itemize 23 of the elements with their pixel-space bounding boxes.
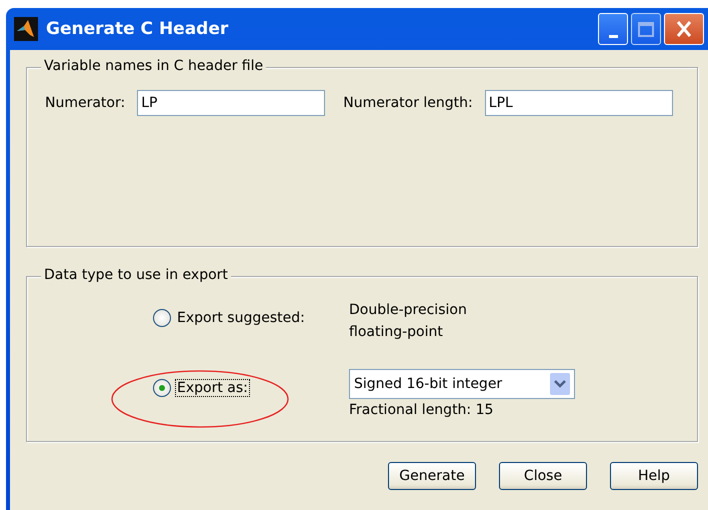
maximize-icon (638, 22, 654, 36)
radio-label[interactable]: Export suggested: (175, 309, 307, 327)
radio-button[interactable] (153, 379, 171, 397)
dialog-button[interactable]: Close (499, 462, 587, 490)
field-label: Numerator length: (343, 95, 473, 111)
close-icon (677, 21, 691, 37)
close-button[interactable] (664, 13, 704, 45)
minimize-icon (608, 34, 618, 38)
group-title: Data type to use in export (41, 267, 231, 283)
maximize-button[interactable] (631, 13, 661, 45)
text-field[interactable]: LP (137, 90, 326, 116)
radio-button[interactable] (153, 309, 171, 327)
app-icon (14, 17, 38, 41)
dialog-button[interactable]: Help (610, 462, 698, 490)
radio-label[interactable]: Export as: (175, 379, 250, 397)
text-field[interactable]: LPL (484, 90, 673, 116)
type-description: Double-precision floating-point (349, 301, 468, 342)
window-title: Generate C Header (46, 19, 230, 39)
dialog-button[interactable]: Generate (388, 462, 476, 490)
field-label: Numerator: (45, 95, 126, 111)
fraction-length-label: Fractional length: 15 (349, 402, 494, 418)
minimize-button[interactable] (598, 13, 628, 45)
type-dropdown[interactable]: Signed 16-bit integer (349, 369, 575, 399)
